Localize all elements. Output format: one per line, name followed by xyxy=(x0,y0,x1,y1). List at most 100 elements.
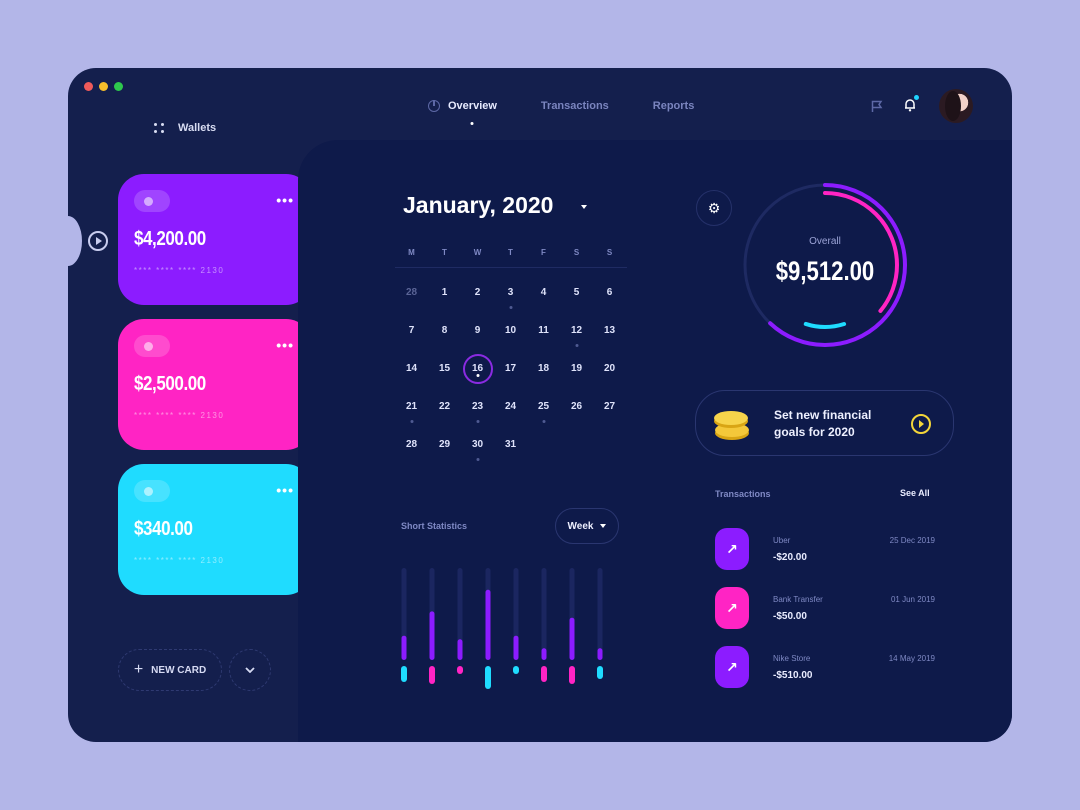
play-icon[interactable] xyxy=(911,414,931,434)
calendar-day[interactable]: 22 xyxy=(428,396,461,418)
calendar-day-selected[interactable]: 16 xyxy=(461,358,494,380)
calendar-day[interactable]: 4 xyxy=(527,282,560,304)
card-chip-icon xyxy=(134,190,170,212)
card-chip-icon xyxy=(134,480,170,502)
tab-reports[interactable]: Reports xyxy=(653,100,695,112)
calendar-day[interactable]: 19 xyxy=(560,358,593,380)
calendar-day[interactable]: 8 xyxy=(428,320,461,342)
maximize-window-button[interactable] xyxy=(114,82,123,91)
transaction-row[interactable]: ↗ Bank Transfer -$50.00 01 Jun 2019 xyxy=(715,587,935,637)
tab-overview[interactable]: Overview xyxy=(428,100,497,112)
calendar-day[interactable]: 6 xyxy=(593,282,626,304)
tab-transactions[interactable]: Transactions xyxy=(541,100,609,112)
calendar-day[interactable]: 2 xyxy=(461,282,494,304)
transaction-date: 14 May 2019 xyxy=(888,654,935,663)
calendar-day[interactable]: 11 xyxy=(527,320,560,342)
expand-cards-button[interactable] xyxy=(229,649,271,691)
sidebar-notch xyxy=(68,216,82,266)
calendar-day[interactable]: 29 xyxy=(428,434,461,456)
more-options-icon[interactable]: ••• xyxy=(276,193,294,207)
bar-secondary xyxy=(597,666,603,679)
close-window-button[interactable] xyxy=(84,82,93,91)
transaction-name: Uber xyxy=(773,536,791,545)
bar-primary xyxy=(401,635,407,660)
calendar-day[interactable]: 13 xyxy=(593,320,626,342)
calendar-day[interactable]: 24 xyxy=(494,396,527,418)
calendar-day[interactable]: 15 xyxy=(428,358,461,380)
calendar-day[interactable]: 18 xyxy=(527,358,560,380)
more-options-icon[interactable]: ••• xyxy=(276,338,294,352)
calendar-day[interactable]: 7 xyxy=(395,320,428,342)
bar-primary xyxy=(569,617,575,660)
calendar-day[interactable]: 12 xyxy=(560,320,593,342)
wallet-card[interactable]: ••• $340.00 **** **** **** 2130 xyxy=(118,464,312,595)
play-icon[interactable] xyxy=(88,231,108,251)
transaction-row[interactable]: ↗ Uber -$20.00 25 Dec 2019 xyxy=(715,528,935,578)
calendar: MTWTFSS 28 1 2 3 4 5 6 7 8 9 10 11 12 13 14 15 16 17 18 19 2… xyxy=(395,248,627,472)
transaction-row[interactable]: ↗ Nike Store -$510.00 14 May 2019 xyxy=(715,646,935,696)
weekday-label: T xyxy=(508,248,513,257)
bar-secondary xyxy=(541,666,547,682)
transaction-amount: -$20.00 xyxy=(773,552,807,563)
see-all-link[interactable]: See All xyxy=(900,488,930,498)
new-card-button[interactable]: + NEW CARD xyxy=(118,649,222,691)
user-avatar[interactable] xyxy=(939,89,973,123)
minimize-window-button[interactable] xyxy=(99,82,108,91)
new-card-label: NEW CARD xyxy=(151,664,207,676)
calendar-day[interactable]: 9 xyxy=(461,320,494,342)
financial-goals-card[interactable]: Set new financial goals for 2020 xyxy=(695,390,954,456)
calendar-day[interactable]: 27 xyxy=(593,396,626,418)
goal-text: Set new financial goals for 2020 xyxy=(774,407,871,441)
calendar-day[interactable]: 21 xyxy=(395,396,428,418)
calendar-day[interactable]: 17 xyxy=(494,358,527,380)
card-chip-icon xyxy=(134,335,170,357)
bar-secondary xyxy=(485,666,491,689)
tab-overview-label: Overview xyxy=(448,100,497,112)
arrow-up-right-icon: ↗ xyxy=(715,646,749,688)
transaction-amount: -$510.00 xyxy=(773,670,813,681)
bar-secondary xyxy=(569,666,575,684)
period-dropdown[interactable]: Week xyxy=(555,508,619,544)
wallet-card[interactable]: ••• $4,200.00 **** **** **** 2130 xyxy=(118,174,312,305)
calendar-day[interactable]: 28 xyxy=(395,434,428,456)
bar-primary xyxy=(429,611,435,660)
settings-button[interactable]: ⚙ xyxy=(696,190,732,226)
calendar-day[interactable]: 30 xyxy=(461,434,494,456)
bar-primary xyxy=(485,589,491,660)
calendar-day[interactable]: 1 xyxy=(428,282,461,304)
weekday-label: S xyxy=(573,248,580,257)
calendar-day[interactable]: 10 xyxy=(494,320,527,342)
more-options-icon[interactable]: ••• xyxy=(276,483,294,497)
card-balance: $4,200.00 xyxy=(134,228,206,250)
bar-secondary xyxy=(457,666,463,674)
pie-chart-icon xyxy=(428,100,440,112)
weekday-label: M xyxy=(408,248,415,257)
card-balance: $340.00 xyxy=(134,518,193,540)
transaction-amount: -$50.00 xyxy=(773,611,807,622)
calendar-day[interactable]: 26 xyxy=(560,396,593,418)
calendar-day[interactable]: 3 xyxy=(494,282,527,304)
card-number: **** **** **** 2130 xyxy=(134,556,225,565)
calendar-day[interactable]: 31 xyxy=(494,434,527,456)
window-controls xyxy=(84,82,123,91)
calendar-day[interactable]: 5 xyxy=(560,282,593,304)
arrow-up-right-icon: ↗ xyxy=(715,528,749,570)
wallet-card[interactable]: ••• $2,500.00 **** **** **** 2130 xyxy=(118,319,312,450)
calendar-day[interactable]: 25 xyxy=(527,396,560,418)
month-title[interactable]: January, 2020 xyxy=(403,192,553,219)
calendar-day[interactable]: 20 xyxy=(593,358,626,380)
weekday-label: T xyxy=(442,248,447,257)
calendar-grid: 28 1 2 3 4 5 6 7 8 9 10 11 12 13 14 15 16 17 18 19 20 21 22 23 2… xyxy=(395,282,627,472)
calendar-day[interactable]: 23 xyxy=(461,396,494,418)
period-label: Week xyxy=(567,520,594,532)
weekday-label: W xyxy=(473,248,482,257)
goal-text-line1: Set new financial xyxy=(774,408,872,422)
transaction-name: Bank Transfer xyxy=(773,595,823,604)
bar-primary xyxy=(541,648,547,660)
caret-down-icon[interactable] xyxy=(581,205,587,209)
transactions-title: Transactions xyxy=(715,489,771,499)
calendar-day[interactable]: 14 xyxy=(395,358,428,380)
calendar-day[interactable]: 28 xyxy=(395,282,428,304)
flag-icon[interactable] xyxy=(871,100,883,113)
bell-icon[interactable] xyxy=(904,98,916,112)
